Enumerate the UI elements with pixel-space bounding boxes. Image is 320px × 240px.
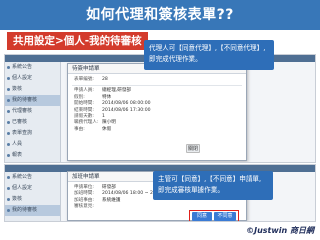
sidebar-item[interactable]: 簽核: [5, 194, 60, 205]
breadcrumb: 共用設定>個人-我的待審核: [7, 32, 148, 50]
sidebar-item[interactable]: 已審核: [5, 117, 60, 128]
callout-agent: 代理人可【同意代理】,【不同意代理】, 即完成代理作業。: [144, 40, 274, 70]
dialog-title: 加班申請單: [72, 174, 100, 180]
sidebar-item[interactable]: 報表: [5, 150, 60, 161]
sidebar-item[interactable]: 表單查詢: [5, 128, 60, 139]
sidebar-item[interactable]: 簽核: [5, 84, 60, 95]
sidebar: 系統公告 個人設定 簽核 我的待審核: [5, 172, 61, 221]
sidebar-item[interactable]: 系統公告: [5, 172, 60, 183]
field-row: 表單編號: 28: [74, 77, 108, 82]
page-title: 如何代理和簽核表單??: [86, 7, 234, 23]
copyright-credit: ©Justwin 商日網: [246, 226, 314, 235]
close-button[interactable]: 關閉: [186, 144, 200, 153]
sidebar-item[interactable]: 人員: [5, 139, 60, 150]
screenshot-approve-agent: 系統公告 個人設定 簽核 我的待審核 代理審核 已審核 表單查詢 人員 報表 待…: [4, 54, 316, 163]
sidebar-item[interactable]: 代理審核: [5, 106, 60, 117]
sidebar-item[interactable]: 個人設定: [5, 183, 60, 194]
sidebar-item-pending[interactable]: 我的待審核: [5, 205, 60, 216]
callout-manager: 主管可【同意】,【不同意】申請單, 即完成審核單據作業。: [153, 171, 273, 200]
approval-dialog: 待簽申請單 × 表單編號:28 申請人員:總經理,研發部 假別:特休 開始時間:…: [67, 63, 247, 161]
sidebar-item[interactable]: 個人設定: [5, 73, 60, 84]
button-highlight-box: [189, 210, 239, 221]
sidebar-item-pending[interactable]: 我的待審核: [5, 95, 60, 106]
title-bar: 如何代理和簽核表單??: [0, 0, 320, 30]
dialog-title: 待簽申請單: [72, 66, 100, 72]
sidebar-item[interactable]: 系統公告: [5, 62, 60, 73]
field-row: 事由: 休假: [74, 126, 112, 132]
sidebar: 系統公告 個人設定 簽核 我的待審核 代理審核 已審核 表單查詢 人員 報表: [5, 62, 61, 162]
